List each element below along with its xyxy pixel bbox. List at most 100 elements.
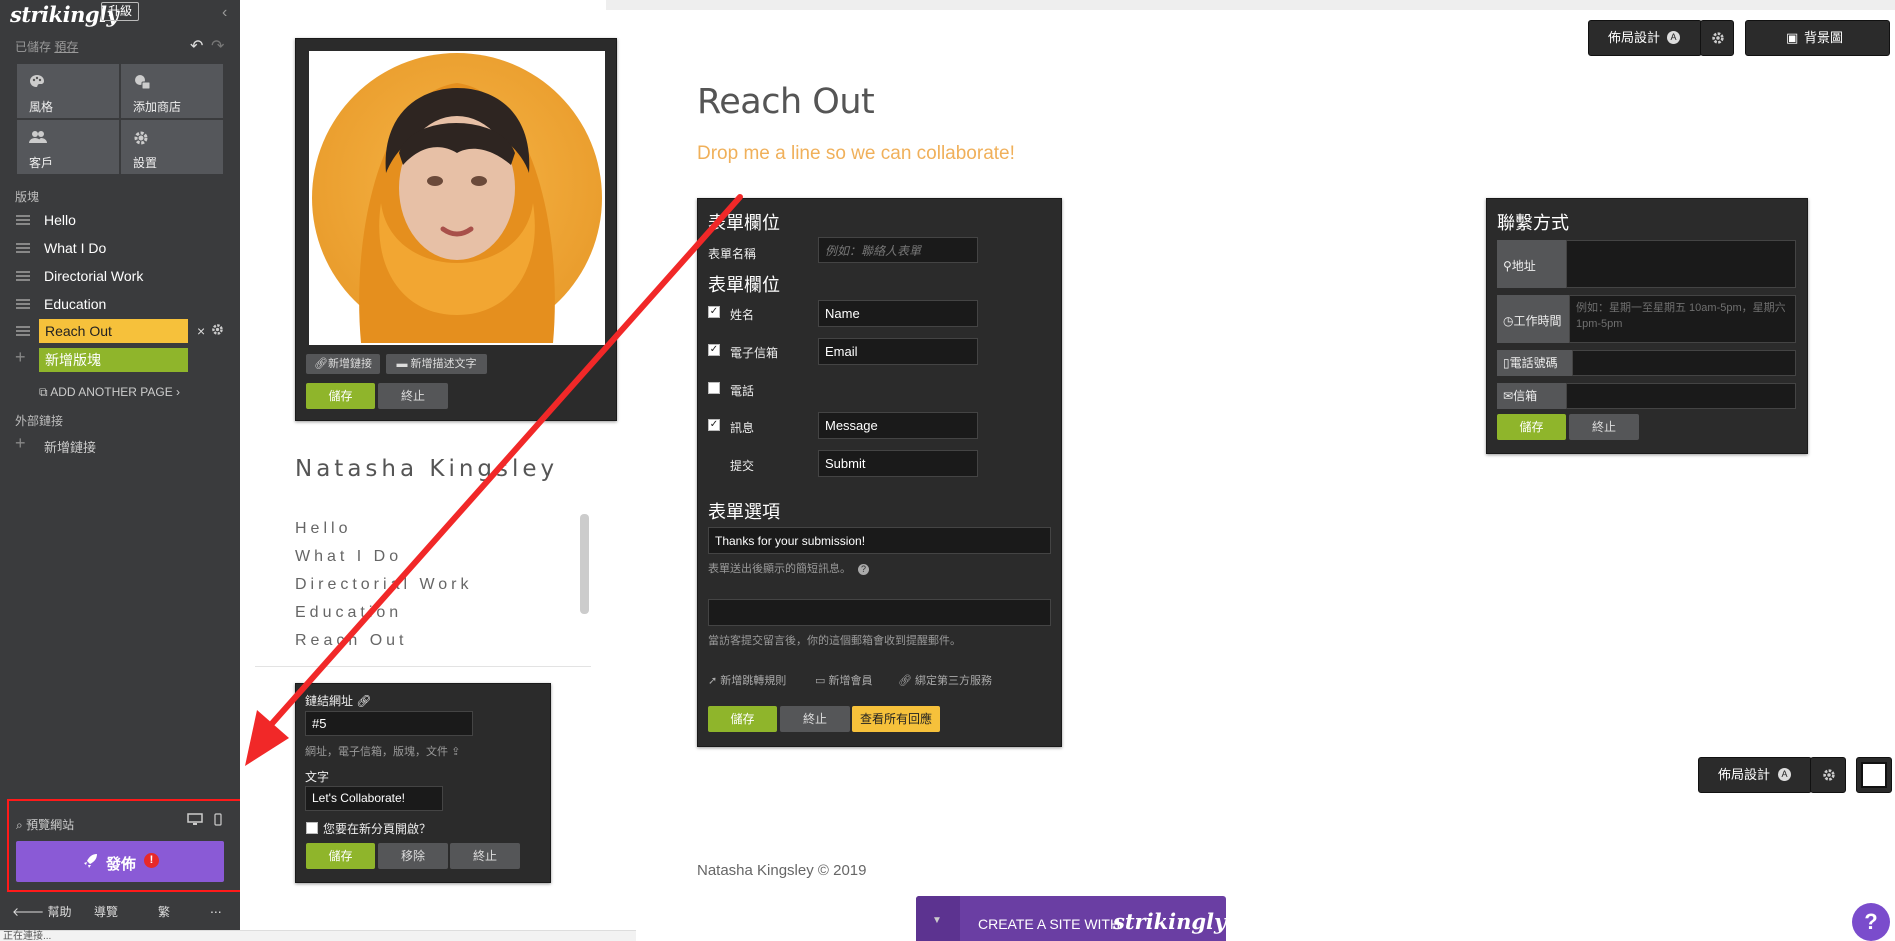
site-nav-hello[interactable]: Hello: [295, 520, 351, 538]
help-chat-button[interactable]: ?: [1852, 903, 1890, 941]
hours-input[interactable]: 例如：星期一至星期五 10am-5pm，星期六 1pm-5pm: [1569, 295, 1796, 343]
delete-section-icon[interactable]: ×: [197, 323, 205, 339]
guide-link[interactable]: 導覽: [94, 903, 118, 920]
caret-down-icon: ▼: [932, 915, 942, 926]
address-input[interactable]: [1566, 240, 1796, 288]
third-party-link[interactable]: 🔗︎ 綁定第三方服務: [898, 672, 992, 688]
create-site-cta[interactable]: ▼ CREATE A SITE WITH strikingly: [916, 896, 1226, 941]
field-message-input[interactable]: Message: [818, 412, 978, 439]
settings-tile[interactable]: 設置: [121, 120, 223, 174]
publish-button[interactable]: 發佈 !: [16, 841, 224, 882]
add-link-label: 新增鏈接: [327, 358, 372, 370]
redirect-rule-link[interactable]: ➚ 新增跳轉規則: [708, 672, 786, 688]
redo-icon[interactable]: ↷: [211, 36, 224, 56]
add-store-tile[interactable]: 添加商店: [121, 64, 223, 118]
mobile-preview-icon[interactable]: [214, 813, 222, 826]
link-cancel-button[interactable]: 終止: [450, 843, 520, 869]
desktop-preview-icon[interactable]: [187, 813, 203, 826]
image-icon: ▣: [1786, 30, 1799, 45]
gear-icon: [133, 130, 149, 146]
sidebar-item-reach-out[interactable]: Reach Out: [39, 319, 188, 343]
comment-icon: ▬: [396, 358, 411, 370]
image-cancel-button[interactable]: 終止: [378, 383, 448, 409]
contact-cancel-button[interactable]: 終止: [1569, 414, 1639, 440]
help-circle-icon[interactable]: ?: [858, 564, 870, 575]
link-remove-button[interactable]: 移除: [378, 843, 448, 869]
preview-site-link[interactable]: ⌕ 預覽網站: [16, 816, 74, 833]
language-switch[interactable]: 繁: [158, 903, 170, 920]
sidebar-item-directorial-work[interactable]: Directorial Work: [0, 263, 240, 289]
view-all-responses-button[interactable]: 查看所有回應: [852, 706, 940, 732]
upload-icon[interactable]: ⇪: [451, 746, 460, 758]
footer-toggle-button[interactable]: [1856, 757, 1892, 793]
link-url-input[interactable]: #5: [305, 711, 473, 736]
add-link-button[interactable]: 🔗︎新增鏈接: [306, 354, 380, 374]
submit-input[interactable]: Submit: [818, 450, 978, 477]
add-another-page-link[interactable]: ⧉ ADD ANOTHER PAGE ›: [39, 385, 180, 400]
form-cancel-button[interactable]: 終止: [780, 706, 850, 732]
saved-preview-link[interactable]: 預存: [54, 40, 78, 54]
sidebar-item-education[interactable]: Education: [0, 291, 240, 317]
upgrade-button[interactable]: 升級: [101, 2, 140, 21]
layout-design-button[interactable]: 佈局設計 A: [1588, 20, 1702, 56]
thanks-message-input[interactable]: Thanks for your submission!: [708, 527, 1051, 554]
site-nav-education[interactable]: Education: [295, 604, 402, 622]
help-link[interactable]: 🡐 幫助: [12, 903, 72, 920]
link-save-button[interactable]: 儲存: [306, 843, 375, 869]
site-nav-reach-out[interactable]: Reach Out: [295, 632, 407, 650]
section-settings-gear-icon[interactable]: [211, 323, 224, 336]
layout-label: 佈局設計: [1718, 767, 1771, 782]
layout-label: 佈局設計: [1608, 30, 1661, 45]
contact-save-button[interactable]: 儲存: [1497, 414, 1566, 440]
undo-icon[interactable]: ↶: [190, 36, 203, 56]
drag-handle-icon[interactable]: [16, 215, 30, 225]
phone-input[interactable]: [1572, 350, 1796, 376]
field-phone-checkbox[interactable]: [708, 382, 720, 394]
site-nav-what-i-do[interactable]: What I Do: [295, 548, 402, 566]
field-name-checkbox[interactable]: ✓: [708, 306, 720, 318]
link-url-text: 鏈結網址: [305, 694, 354, 708]
link-icon: 🔗︎: [356, 694, 372, 708]
add-member-link[interactable]: ▭ 新增會員: [815, 672, 872, 688]
site-nav-directorial-work[interactable]: Directorial Work: [295, 576, 473, 594]
link-text-input[interactable]: Let's Collaborate!: [305, 786, 443, 811]
drag-handle-icon[interactable]: [16, 299, 30, 309]
drag-handle-icon[interactable]: [16, 326, 30, 336]
profile-photo[interactable]: [311, 53, 603, 343]
layout-badge: A: [1667, 31, 1680, 44]
site-name[interactable]: Natasha Kingsley: [295, 456, 558, 482]
sidebar-item-what-i-do[interactable]: What I Do: [0, 235, 240, 261]
sidebar-item-hello[interactable]: Hello: [0, 207, 240, 233]
form-save-button[interactable]: 儲存: [708, 706, 777, 732]
footer-layout-design-button[interactable]: 佈局設計 A: [1698, 757, 1812, 793]
gear-icon: [1711, 31, 1725, 45]
new-external-link[interactable]: 新增鏈接: [44, 437, 96, 456]
new-tab-checkbox[interactable]: [306, 822, 318, 834]
nav-scrollbar[interactable]: [580, 514, 589, 614]
email-label-text: 信箱: [1513, 389, 1538, 403]
clock-icon: ◷: [1503, 314, 1514, 328]
customers-tile[interactable]: 客戶: [17, 120, 119, 174]
footer-settings-button[interactable]: [1810, 757, 1846, 793]
more-menu[interactable]: ...: [210, 900, 222, 916]
contact-email-input[interactable]: [1566, 383, 1796, 409]
thanks-hint: 表單送出後顯示的簡短訊息。 ?: [708, 560, 870, 576]
section-subtitle[interactable]: Drop me a line so we can collaborate!: [697, 143, 1015, 165]
notification-email-input[interactable]: [708, 599, 1051, 626]
field-name-input[interactable]: Name: [818, 300, 978, 327]
image-save-button[interactable]: 儲存: [306, 383, 375, 409]
field-email-checkbox[interactable]: ✓: [708, 344, 720, 356]
drag-handle-icon[interactable]: [16, 243, 30, 253]
add-caption-button[interactable]: ▬ 新增描述文字: [386, 354, 487, 374]
background-image-button[interactable]: ▣ 背景圖: [1745, 20, 1890, 56]
section-settings-button[interactable]: [1700, 20, 1734, 56]
field-email-input[interactable]: Email: [818, 338, 978, 365]
new-section-button[interactable]: 新增版塊: [39, 348, 188, 372]
drag-handle-icon[interactable]: [16, 271, 30, 281]
footer-copyright[interactable]: Natasha Kingsley © 2019: [697, 862, 867, 879]
style-tile[interactable]: 風格: [17, 64, 119, 118]
collapse-sidebar-icon[interactable]: ‹: [222, 4, 227, 22]
field-message-checkbox[interactable]: ✓: [708, 419, 720, 431]
section-title[interactable]: Reach Out: [697, 82, 875, 122]
form-name-input[interactable]: 例如：聯絡人表單: [818, 237, 978, 263]
